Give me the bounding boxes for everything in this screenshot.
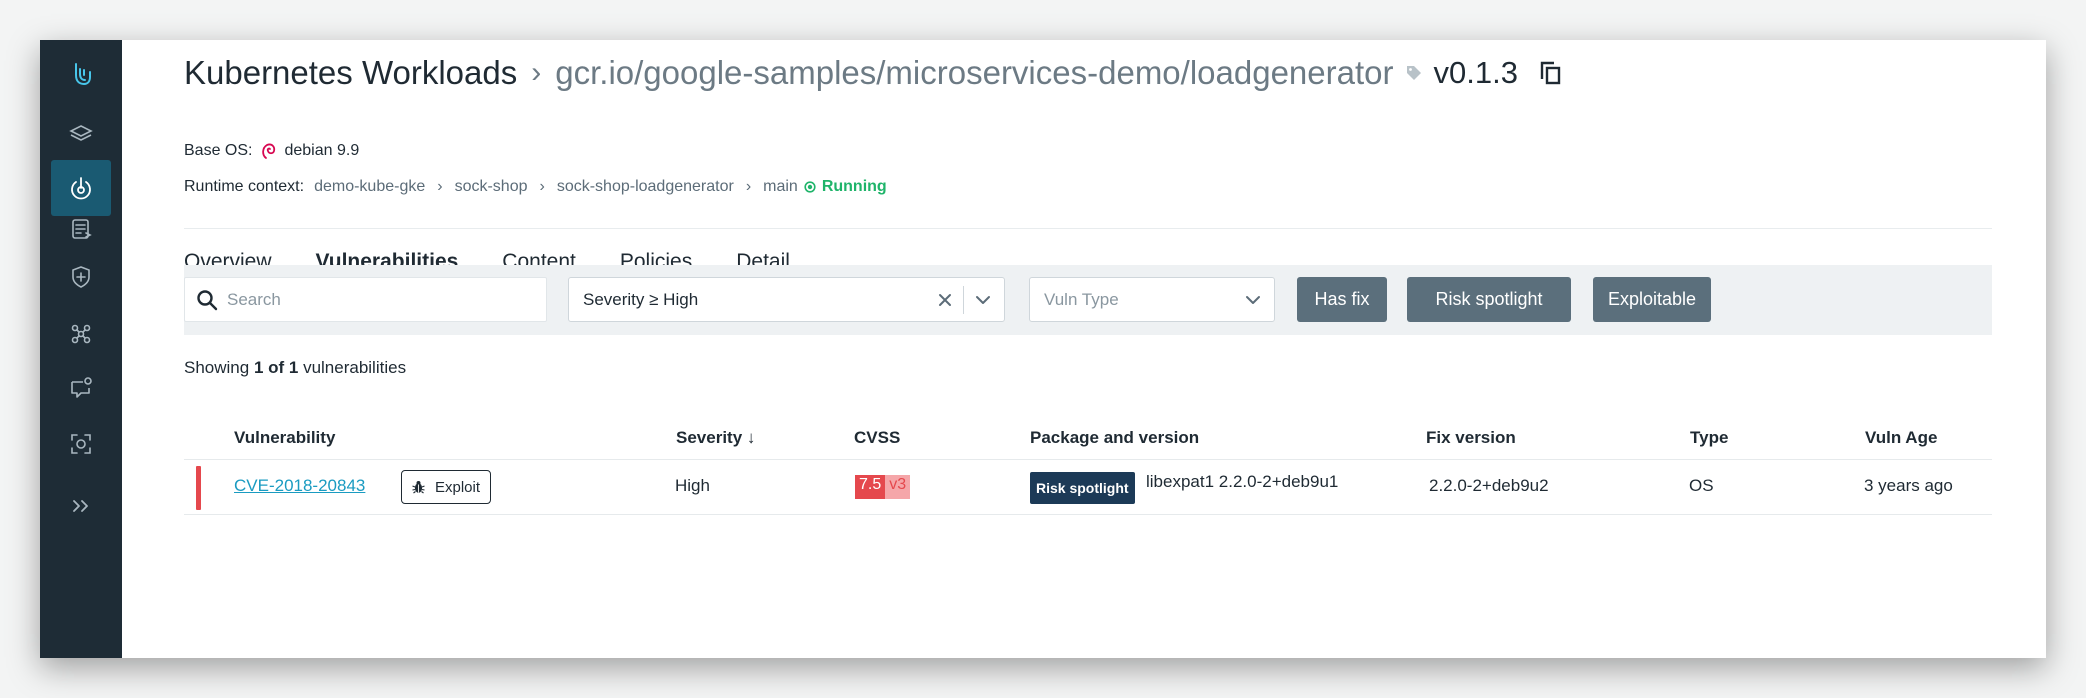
shield-plus-icon[interactable] xyxy=(40,249,122,305)
col-vulnerability[interactable]: Vulnerability xyxy=(234,428,335,448)
severity-value: High xyxy=(675,476,710,495)
main-content: Kubernetes Workloads › gcr.io/google-sam… xyxy=(122,40,2046,658)
chat-settings-icon[interactable] xyxy=(40,360,122,416)
chevron-right-icon: › xyxy=(531,56,542,89)
cve-link[interactable]: CVE-2018-20843 xyxy=(234,476,365,496)
copy-icon[interactable] xyxy=(1538,59,1564,87)
col-type[interactable]: Type xyxy=(1690,428,1728,448)
severity-filter-value: Severity ≥ High xyxy=(583,289,699,309)
exploitable-button[interactable]: Exploitable xyxy=(1593,277,1711,322)
vuln-type: OS xyxy=(1689,476,1714,495)
bug-icon xyxy=(412,481,425,494)
vulnerability-table: Vulnerability Severity ↓ CVSS Package an… xyxy=(184,420,1992,515)
logo-icon[interactable] xyxy=(40,46,122,102)
page-title[interactable]: Kubernetes Workloads xyxy=(184,54,517,92)
col-cvss[interactable]: CVSS xyxy=(854,428,900,448)
base-os: Base OS: debian 9.9 xyxy=(184,142,359,160)
col-fix-version[interactable]: Fix version xyxy=(1426,428,1516,448)
risk-spotlight-button[interactable]: Risk spotlight xyxy=(1407,277,1571,322)
image-name: gcr.io/google-samples/microservices-demo… xyxy=(555,54,1394,91)
clear-icon[interactable] xyxy=(933,288,957,312)
cvss-score: 7.5 xyxy=(855,475,886,499)
results-suffix: vulnerabilities xyxy=(298,358,407,377)
fix-version: 2.2.0-2+deb9u2 xyxy=(1429,476,1549,495)
sidebar xyxy=(40,40,122,658)
runtime-container[interactable]: main xyxy=(763,178,798,196)
image-tag: v0.1.3 xyxy=(1433,55,1518,90)
table-header: Vulnerability Severity ↓ CVSS Package an… xyxy=(184,420,1992,460)
chevron-down-icon[interactable] xyxy=(972,289,994,311)
tag-icon xyxy=(1407,66,1422,80)
runtime-workload[interactable]: sock-shop-loadgenerator xyxy=(557,178,734,196)
running-status-icon xyxy=(804,181,816,193)
severity-filter[interactable]: Severity ≥ High xyxy=(568,277,1005,322)
base-os-label: Base OS: xyxy=(184,142,253,159)
chevron-right-icon: › xyxy=(437,178,443,195)
debian-icon xyxy=(262,143,276,159)
vuln-type-placeholder: Vuln Type xyxy=(1044,289,1119,309)
runtime-cluster[interactable]: demo-kube-gke xyxy=(314,178,425,196)
cvss-badge: 7.5 v3 xyxy=(855,475,911,499)
chevron-right-icon: › xyxy=(539,178,545,195)
expand-icon[interactable] xyxy=(40,478,122,534)
cvss-version: v3 xyxy=(885,475,911,499)
network-icon[interactable] xyxy=(40,306,122,362)
has-fix-button[interactable]: Has fix xyxy=(1297,277,1387,322)
exploit-badge-label: Exploit xyxy=(435,478,481,496)
app-window: Kubernetes Workloads › gcr.io/google-sam… xyxy=(40,40,2046,658)
col-vuln-age[interactable]: Vuln Age xyxy=(1865,428,1937,448)
results-prefix: Showing xyxy=(184,358,254,377)
header-divider xyxy=(184,228,1992,229)
runtime-context: Runtime context: demo-kube-gke › sock-sh… xyxy=(184,178,887,196)
base-os-value: debian 9.9 xyxy=(284,142,360,159)
severity-indicator xyxy=(196,466,201,510)
results-summary: Showing 1 of 1 vulnerabilities xyxy=(184,358,406,378)
page-header: Kubernetes Workloads › gcr.io/google-sam… xyxy=(184,54,1564,92)
scan-icon[interactable] xyxy=(40,416,122,472)
runtime-namespace[interactable]: sock-shop xyxy=(455,178,528,196)
package-version: libexpat1 2.2.0-2+deb9u1 xyxy=(1146,472,1339,491)
exploit-badge[interactable]: Exploit xyxy=(401,470,492,504)
risk-spotlight-badge: Risk spotlight xyxy=(1030,472,1135,504)
chevron-right-icon: › xyxy=(745,178,752,195)
runtime-label: Runtime context: xyxy=(184,178,305,195)
running-status: Running xyxy=(821,178,887,195)
chevron-down-icon[interactable] xyxy=(1242,289,1264,311)
vuln-type-filter[interactable]: Vuln Type xyxy=(1029,277,1275,322)
results-count: 1 of 1 xyxy=(253,358,299,377)
col-severity[interactable]: Severity ↓ xyxy=(676,428,755,448)
vuln-age: 3 years ago xyxy=(1864,476,1953,495)
search-box[interactable] xyxy=(184,277,547,322)
col-package[interactable]: Package and version xyxy=(1030,428,1199,448)
search-input[interactable] xyxy=(227,289,527,310)
search-icon xyxy=(197,289,218,310)
layers-icon[interactable] xyxy=(40,106,122,162)
table-row[interactable]: CVE-2018-20843 Exploit High 7.5 v3 Risk … xyxy=(184,460,1992,515)
select-divider xyxy=(963,285,964,314)
